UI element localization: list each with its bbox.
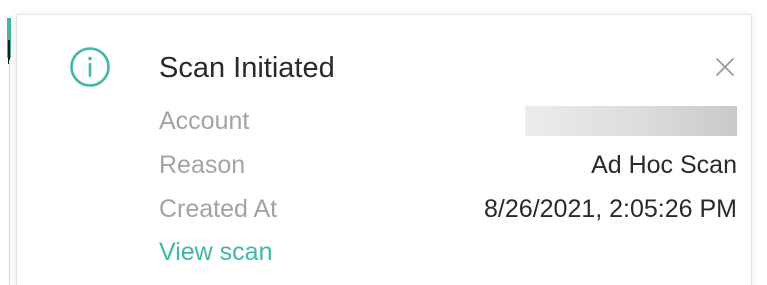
close-icon[interactable] <box>714 56 736 78</box>
view-scan-link[interactable]: View scan <box>159 235 273 269</box>
page: Scan Initiated Account Reason Ad Hoc Sca… <box>0 0 767 285</box>
notification-title: Scan Initiated <box>159 52 335 84</box>
info-icon <box>70 47 110 87</box>
background-divider <box>9 60 10 285</box>
reason-label: Reason <box>159 151 246 179</box>
account-label: Account <box>159 107 250 135</box>
created-at-label: Created At <box>159 195 278 223</box>
scan-notification-toast: Scan Initiated Account Reason Ad Hoc Sca… <box>16 14 752 285</box>
detail-row-account: Account <box>159 104 737 138</box>
created-at-value: 8/26/2021, 2:05:26 PM <box>484 195 737 223</box>
detail-row-created-at: Created At 8/26/2021, 2:05:26 PM <box>159 192 737 226</box>
account-value-redacted <box>525 106 737 136</box>
detail-row-reason: Reason Ad Hoc Scan <box>159 148 737 182</box>
reason-value: Ad Hoc Scan <box>591 151 737 179</box>
